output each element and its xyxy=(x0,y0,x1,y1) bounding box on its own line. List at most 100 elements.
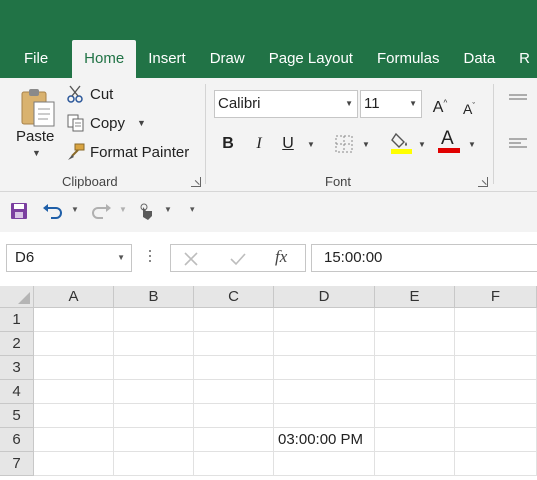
cell-d7[interactable] xyxy=(274,452,375,476)
tab-insert[interactable]: Insert xyxy=(136,40,198,78)
undo-dropdown-icon[interactable]: ▼ xyxy=(71,205,79,214)
column-header-d[interactable]: D xyxy=(274,286,375,308)
select-all-corner[interactable] xyxy=(0,286,34,308)
borders-icon[interactable] xyxy=(334,134,354,154)
align-left-icon[interactable] xyxy=(508,136,528,152)
column-header-b[interactable]: B xyxy=(114,286,194,308)
cell-f5[interactable] xyxy=(455,404,537,428)
cell-d4[interactable] xyxy=(274,380,375,404)
cell-e5[interactable] xyxy=(375,404,455,428)
grow-font-button[interactable]: A^ xyxy=(430,94,450,118)
bold-button[interactable]: B xyxy=(219,134,237,154)
row-header-3[interactable]: 3 xyxy=(0,356,34,380)
cell-d1[interactable] xyxy=(274,308,375,332)
redo-icon[interactable] xyxy=(90,202,112,220)
tab-formulas[interactable]: Formulas xyxy=(365,40,452,78)
cell-a2[interactable] xyxy=(34,332,114,356)
format-painter-button[interactable]: Format Painter xyxy=(66,142,189,162)
paste-dropdown-icon[interactable]: ▼ xyxy=(32,148,41,158)
tab-page-layout[interactable]: Page Layout xyxy=(257,40,365,78)
cell-f1[interactable] xyxy=(455,308,537,332)
fill-color-icon[interactable] xyxy=(390,130,414,156)
cell-b5[interactable] xyxy=(114,404,194,428)
align-top-icon[interactable] xyxy=(508,92,528,106)
cell-e7[interactable] xyxy=(375,452,455,476)
save-icon[interactable] xyxy=(10,202,28,220)
italic-button[interactable]: I xyxy=(250,134,268,154)
cell-c7[interactable] xyxy=(194,452,274,476)
cell-f4[interactable] xyxy=(455,380,537,404)
font-family-dropdown-icon[interactable]: ▼ xyxy=(345,91,353,117)
font-size-dropdown-icon[interactable]: ▼ xyxy=(409,91,417,117)
tab-file[interactable]: File xyxy=(0,40,72,78)
copy-button[interactable]: Copy ▼ xyxy=(66,113,146,133)
customize-qat-icon[interactable]: ▾ xyxy=(190,204,195,215)
tab-review-partial[interactable]: R xyxy=(507,40,537,78)
formula-input[interactable]: 15:00:00 xyxy=(311,244,537,272)
cell-c6[interactable] xyxy=(194,428,274,452)
enter-icon[interactable] xyxy=(229,251,247,267)
cell-a7[interactable] xyxy=(34,452,114,476)
cell-f3[interactable] xyxy=(455,356,537,380)
undo-icon[interactable] xyxy=(42,202,64,220)
font-launcher-icon[interactable] xyxy=(478,177,488,187)
column-header-a[interactable]: A xyxy=(34,286,114,308)
cell-a3[interactable] xyxy=(34,356,114,380)
clipboard-launcher-icon[interactable] xyxy=(191,177,201,187)
cell-e2[interactable] xyxy=(375,332,455,356)
cell-e3[interactable] xyxy=(375,356,455,380)
cell-c5[interactable] xyxy=(194,404,274,428)
cell-e6[interactable] xyxy=(375,428,455,452)
row-header-5[interactable]: 5 xyxy=(0,404,34,428)
fill-color-dropdown-icon[interactable]: ▼ xyxy=(418,140,426,149)
font-color-button[interactable]: A xyxy=(438,128,460,154)
borders-dropdown-icon[interactable]: ▼ xyxy=(362,140,370,149)
cell-a6[interactable] xyxy=(34,428,114,452)
cell-b6[interactable] xyxy=(114,428,194,452)
cell-f2[interactable] xyxy=(455,332,537,356)
row-header-2[interactable]: 2 xyxy=(0,332,34,356)
copy-dropdown-icon[interactable]: ▼ xyxy=(137,118,146,128)
name-box[interactable]: D6 ▼ xyxy=(6,244,132,272)
cut-button[interactable]: Cut xyxy=(66,84,113,104)
cell-d2[interactable] xyxy=(274,332,375,356)
cell-a5[interactable] xyxy=(34,404,114,428)
font-family-combo[interactable]: Calibri ▼ xyxy=(214,90,358,118)
tab-home[interactable]: Home xyxy=(72,40,137,78)
font-size-combo[interactable]: 11 ▼ xyxy=(360,90,422,118)
cell-f7[interactable] xyxy=(455,452,537,476)
redo-dropdown-icon[interactable]: ▼ xyxy=(119,205,127,214)
cell-b1[interactable] xyxy=(114,308,194,332)
cell-c2[interactable] xyxy=(194,332,274,356)
cell-d6[interactable]: 03:00:00 PM xyxy=(274,428,375,452)
tab-draw[interactable]: Draw xyxy=(198,40,257,78)
tab-data[interactable]: Data xyxy=(451,40,507,78)
insert-function-icon[interactable]: fx xyxy=(275,247,287,267)
cell-d5[interactable] xyxy=(274,404,375,428)
row-header-1[interactable]: 1 xyxy=(0,308,34,332)
cell-d3[interactable] xyxy=(274,356,375,380)
cell-c4[interactable] xyxy=(194,380,274,404)
column-header-e[interactable]: E xyxy=(375,286,455,308)
name-box-dropdown-icon[interactable]: ▼ xyxy=(117,245,125,271)
cell-b4[interactable] xyxy=(114,380,194,404)
cell-b3[interactable] xyxy=(114,356,194,380)
row-header-7[interactable]: 7 xyxy=(0,452,34,476)
underline-button[interactable]: U xyxy=(279,134,297,154)
column-header-c[interactable]: C xyxy=(194,286,274,308)
row-header-6[interactable]: 6 xyxy=(0,428,34,452)
column-header-f[interactable]: F xyxy=(455,286,537,308)
cell-c1[interactable] xyxy=(194,308,274,332)
shrink-font-button[interactable]: Aˇ xyxy=(459,96,479,119)
cell-b7[interactable] xyxy=(114,452,194,476)
row-header-4[interactable]: 4 xyxy=(0,380,34,404)
cell-f6[interactable] xyxy=(455,428,537,452)
cell-e1[interactable] xyxy=(375,308,455,332)
cell-a1[interactable] xyxy=(34,308,114,332)
cell-e4[interactable] xyxy=(375,380,455,404)
underline-dropdown-icon[interactable]: ▼ xyxy=(307,140,315,149)
cell-a4[interactable] xyxy=(34,380,114,404)
touch-mode-dropdown-icon[interactable]: ▼ xyxy=(164,205,172,214)
touch-mode-icon[interactable] xyxy=(136,202,156,222)
cell-b2[interactable] xyxy=(114,332,194,356)
